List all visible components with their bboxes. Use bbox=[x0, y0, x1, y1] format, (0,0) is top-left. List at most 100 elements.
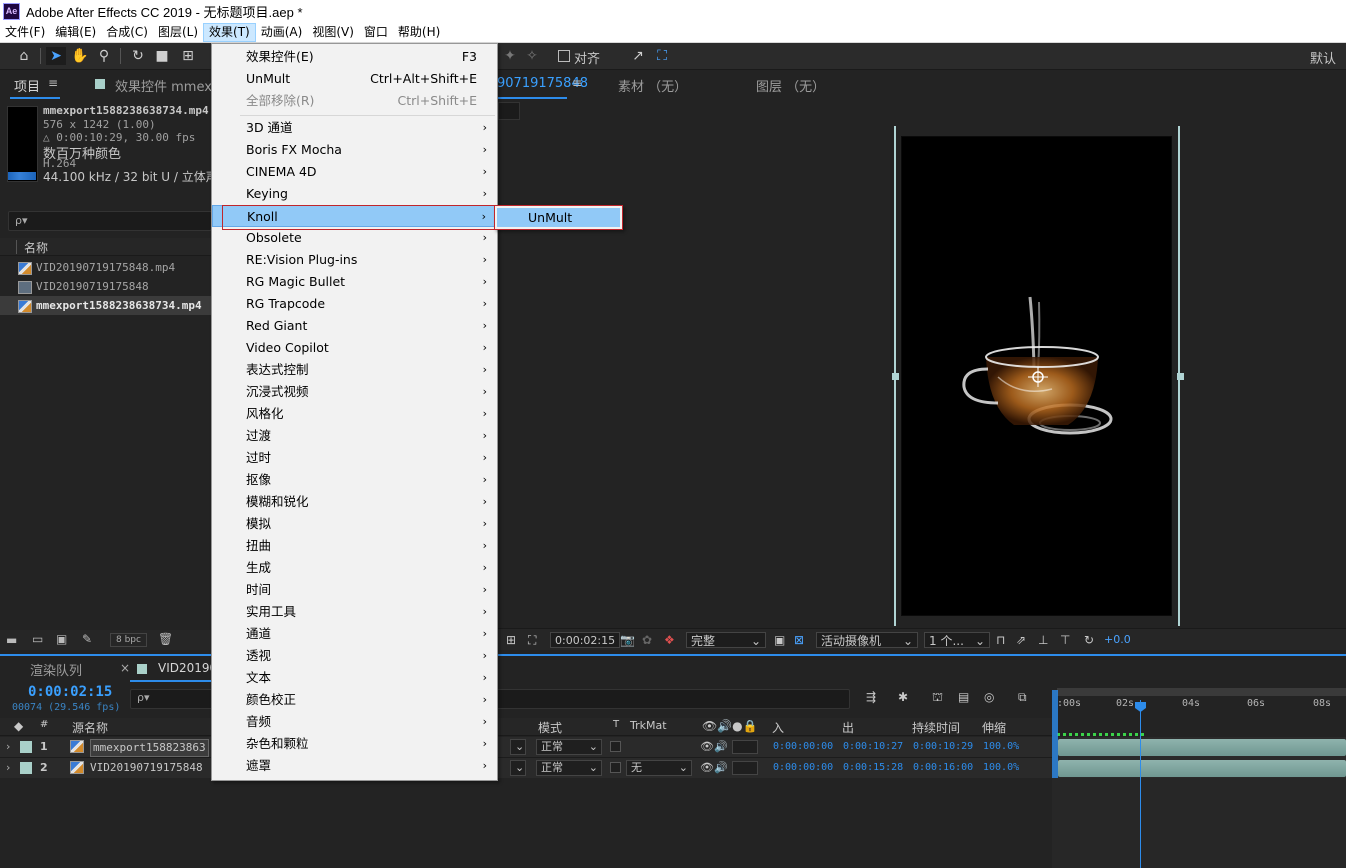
layer-out-point[interactable]: 0:00:10:27 bbox=[843, 737, 903, 757]
views-select[interactable]: 1 个... ⌄ bbox=[924, 632, 990, 648]
tab-layer[interactable]: 图层 （无） bbox=[756, 76, 825, 95]
menu-item-category[interactable]: 风格化 › bbox=[212, 403, 497, 425]
menu-item-category[interactable]: 时间 › bbox=[212, 579, 497, 601]
menu-item-category[interactable]: 颜色校正 › bbox=[212, 689, 497, 711]
menu-item-category[interactable]: 沉浸式视频 › bbox=[212, 381, 497, 403]
menu-item-category[interactable]: 生成 › bbox=[212, 557, 497, 579]
column-mode[interactable]: 模式 bbox=[538, 719, 562, 736]
preserve-transparency-checkbox[interactable] bbox=[610, 741, 621, 752]
menu-item-category[interactable]: Video Copilot › bbox=[212, 337, 497, 359]
menu-effect[interactable]: 效果(T) bbox=[203, 22, 256, 42]
timeline-layer-row[interactable]: › 1 mmexport158823863 ⌄ 正常 ⌄ 👁🔊 0:00:00:0… bbox=[0, 737, 1052, 758]
project-settings-icon[interactable]: ✎ bbox=[82, 632, 92, 646]
project-file-row[interactable]: VID20190719175848.mp4 bbox=[0, 258, 212, 277]
transparency-grid-icon[interactable]: ⛶ bbox=[528, 632, 536, 648]
graph-editor-icon[interactable]: ⧉ bbox=[1018, 690, 1027, 705]
tab-effect-controls[interactable]: 效果控件 mmexp bbox=[115, 76, 220, 95]
layer-stretch[interactable]: 100.0% bbox=[983, 758, 1019, 778]
layer-in-point[interactable]: 0:00:00:00 bbox=[773, 758, 833, 778]
pixel-aspect-icon[interactable]: ⊓ bbox=[996, 632, 1005, 648]
menu-item-unmult[interactable]: UnMult bbox=[497, 208, 620, 227]
timeline-layer-row[interactable]: › 2 VID20190719175848 ⌄ 正常 ⌄ 无 ⌄ 👁🔊 0:00:0… bbox=[0, 758, 1052, 779]
menu-view[interactable]: 视图(V) bbox=[307, 23, 359, 42]
layer-in-point[interactable]: 0:00:00:00 bbox=[773, 737, 833, 757]
region-of-interest-icon[interactable]: ⊞ bbox=[506, 632, 516, 648]
menu-edit[interactable]: 编辑(E) bbox=[50, 23, 101, 42]
menu-item-category[interactable]: 文本 › bbox=[212, 667, 497, 689]
snap-features-icon[interactable]: ⛶ bbox=[652, 47, 672, 65]
visibility-icon[interactable]: 👁🔊 bbox=[700, 758, 728, 778]
menu-animation[interactable]: 动画(A) bbox=[256, 23, 308, 42]
visibility-icon[interactable]: 👁🔊 bbox=[700, 737, 728, 757]
home-icon[interactable]: ⌂ bbox=[14, 47, 34, 65]
blend-mode-select[interactable]: 正常 ⌄ bbox=[536, 739, 602, 755]
motion-blur-icon[interactable]: ◎ bbox=[984, 690, 994, 704]
snapping-checkbox[interactable] bbox=[558, 50, 570, 62]
column-number[interactable]: # bbox=[40, 719, 48, 730]
comp-nav-box[interactable] bbox=[498, 102, 520, 120]
layer-name[interactable]: mmexport158823863 bbox=[90, 739, 209, 757]
menu-item-category[interactable]: 遮罩 › bbox=[212, 755, 497, 777]
layer-name[interactable]: VID20190719175848 bbox=[90, 758, 203, 778]
column-duration[interactable]: 持续时间 bbox=[912, 719, 960, 736]
work-area-start[interactable] bbox=[1052, 690, 1058, 778]
menu-item-category[interactable]: 表达式控制 › bbox=[212, 359, 497, 381]
new-composition-icon[interactable]: ▣ bbox=[56, 632, 67, 646]
menu-item-category[interactable]: Boris FX Mocha › bbox=[212, 139, 497, 161]
menu-item-category[interactable]: 通道 › bbox=[212, 623, 497, 645]
fast-preview-icon[interactable]: ▣ bbox=[774, 632, 785, 648]
fast-previews-icon[interactable]: ⇗ bbox=[1016, 632, 1026, 648]
frame-blending-icon[interactable]: ▤ bbox=[958, 690, 969, 704]
comp-mini-flowchart-icon[interactable]: ⇶ bbox=[866, 690, 876, 704]
preserve-transparency-checkbox[interactable] bbox=[610, 762, 621, 773]
column-name[interactable]: 名称 bbox=[24, 239, 48, 256]
new-folder-icon[interactable]: ▭ bbox=[32, 632, 43, 646]
comp-canvas[interactable] bbox=[901, 136, 1172, 616]
snapshot-icon[interactable]: 📷 bbox=[620, 632, 635, 648]
column-trkmat[interactable]: TrkMat bbox=[630, 719, 667, 732]
menu-item-category[interactable]: RE:Vision Plug-ins › bbox=[212, 249, 497, 271]
show-snapshot-icon[interactable]: ✿ bbox=[642, 632, 652, 648]
layer-label-color[interactable] bbox=[20, 741, 32, 753]
roto-brush-icon[interactable]: ✦ bbox=[500, 47, 520, 65]
transform-handle[interactable] bbox=[892, 373, 899, 380]
menu-item-category[interactable]: 透视 › bbox=[212, 645, 497, 667]
menu-item-category[interactable]: Keying › bbox=[212, 183, 497, 205]
snap-edges-icon[interactable]: ↗ bbox=[628, 47, 648, 65]
draft-3d-icon[interactable]: ✱ bbox=[898, 690, 908, 704]
layer-label-color[interactable] bbox=[20, 762, 32, 774]
tab-render-queue[interactable]: 渲染队列 bbox=[30, 660, 82, 679]
project-search-input[interactable]: ρ▾ bbox=[8, 211, 212, 231]
camera-select[interactable]: 活动摄像机 ⌄ bbox=[816, 632, 918, 648]
menu-item-category[interactable]: Red Giant › bbox=[212, 315, 497, 337]
close-icon[interactable]: × bbox=[120, 661, 130, 675]
layer-duration[interactable]: 0:00:10:29 bbox=[913, 737, 973, 757]
delete-icon[interactable]: 🗑 bbox=[158, 632, 173, 646]
rotation-tool-icon[interactable]: ↻ bbox=[128, 47, 148, 65]
menu-item-last-effect[interactable]: UnMult Ctrl+Alt+Shift+E bbox=[212, 68, 497, 90]
exposure-value[interactable]: +0.0 bbox=[1104, 632, 1131, 648]
hand-tool-icon[interactable]: ✋ bbox=[70, 47, 90, 65]
menu-item-category[interactable]: Obsolete › bbox=[212, 227, 497, 249]
layer-stretch[interactable]: 100.0% bbox=[983, 737, 1019, 757]
trkmat-select[interactable]: 无 ⌄ bbox=[626, 760, 692, 776]
menu-help[interactable]: 帮助(H) bbox=[393, 23, 445, 42]
menu-item-category[interactable]: 杂色和颗粒 › bbox=[212, 733, 497, 755]
menu-item-category[interactable]: RG Trapcode › bbox=[212, 293, 497, 315]
selection-tool-icon[interactable]: ➤ bbox=[46, 47, 66, 65]
menu-item-category[interactable]: RG Magic Bullet › bbox=[212, 271, 497, 293]
interpret-footage-icon[interactable]: ▬ bbox=[6, 633, 17, 647]
workspace-label[interactable]: 默认 bbox=[1310, 48, 1336, 67]
menu-item-category[interactable]: 实用工具 › bbox=[212, 601, 497, 623]
parent-select[interactable]: ⌄ bbox=[510, 739, 526, 755]
resolution-select[interactable]: 完整 ⌄ bbox=[686, 632, 766, 648]
menu-item-effect-controls[interactable]: 效果控件(E) F3 bbox=[212, 46, 497, 68]
camera-tool-icon[interactable]: ■ bbox=[152, 47, 172, 65]
panel-menu-icon[interactable]: ≡ bbox=[572, 76, 582, 90]
layer-out-point[interactable]: 0:00:15:28 bbox=[843, 758, 903, 778]
comp-flowchart-icon[interactable]: ⊤ bbox=[1060, 632, 1070, 648]
menu-item-category[interactable]: 过渡 › bbox=[212, 425, 497, 447]
menu-item-category[interactable]: CINEMA 4D › bbox=[212, 161, 497, 183]
toggle-mask-icon[interactable]: ⊠ bbox=[794, 632, 804, 648]
pan-behind-tool-icon[interactable]: ⊞ bbox=[178, 47, 198, 65]
